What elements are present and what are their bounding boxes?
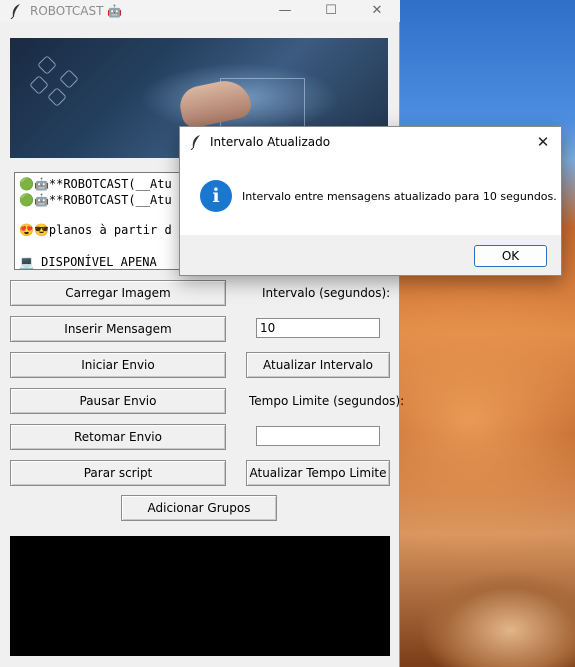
log-console[interactable]	[10, 536, 390, 656]
dialog-title: Intervalo Atualizado	[210, 135, 331, 149]
close-button[interactable]: ✕	[354, 0, 400, 22]
window-titlebar[interactable]: ROBOTCAST 🤖 — ☐ ✕	[0, 0, 400, 22]
atualizar-tempo-limite-button[interactable]: Atualizar Tempo Limite	[246, 460, 390, 486]
banner-hex-shape	[47, 87, 67, 107]
banner-hex-shape	[29, 75, 49, 95]
textbox-line: 🟢🤖**ROBOTCAST(__Atu	[19, 177, 172, 191]
textbox-line: 😍😎planos à partir d	[19, 223, 172, 237]
adicionar-grupos-button[interactable]: Adicionar Grupos	[121, 495, 277, 521]
retomar-envio-button[interactable]: Retomar Envio	[10, 424, 226, 450]
banner-hex-shape	[37, 55, 57, 75]
feather-icon	[10, 4, 20, 19]
dialog-message: Intervalo entre mensagens atualizado par…	[242, 190, 557, 203]
parar-script-button[interactable]: Parar script	[10, 460, 226, 486]
intervalo-input[interactable]: 10	[256, 318, 380, 338]
inserir-mensagem-button[interactable]: Inserir Mensagem	[10, 316, 226, 342]
maximize-button[interactable]: ☐	[308, 0, 354, 22]
intervalo-label: Intervalo (segundos):	[262, 286, 391, 300]
tempo-limite-label: Tempo Limite (segundos):	[249, 394, 405, 408]
pausar-envio-button[interactable]: Pausar Envio	[10, 388, 226, 414]
window-title: ROBOTCAST 🤖	[30, 4, 123, 18]
textbox-line: 💻 DISPONÍVEL APENA	[19, 255, 157, 269]
banner-hex-shape	[59, 69, 79, 89]
tempo-limite-input[interactable]	[256, 426, 380, 446]
carregar-imagem-button[interactable]: Carregar Imagem	[10, 280, 226, 306]
ok-button[interactable]: OK	[474, 245, 547, 267]
feather-icon	[190, 135, 200, 150]
atualizar-intervalo-button[interactable]: Atualizar Intervalo	[246, 352, 390, 378]
textbox-line: 🟢🤖**ROBOTCAST(__Atu	[19, 193, 172, 207]
dialog-titlebar[interactable]: Intervalo Atualizado ✕	[180, 127, 561, 157]
iniciar-envio-button[interactable]: Iniciar Envio	[10, 352, 226, 378]
intervalo-atualizado-dialog: Intervalo Atualizado ✕ i Intervalo entre…	[179, 126, 562, 276]
minimize-button[interactable]: —	[262, 0, 308, 22]
dialog-footer: OK	[180, 235, 561, 275]
dialog-body: i Intervalo entre mensagens atualizado p…	[180, 157, 561, 235]
wallpaper-rock	[400, 540, 575, 667]
dialog-close-button[interactable]: ✕	[531, 131, 555, 153]
info-icon: i	[200, 180, 232, 212]
robotcast-window: ROBOTCAST 🤖 — ☐ ✕ 🟢🤖**ROBOTCAST(__Atu 🟢🤖…	[0, 0, 404, 667]
